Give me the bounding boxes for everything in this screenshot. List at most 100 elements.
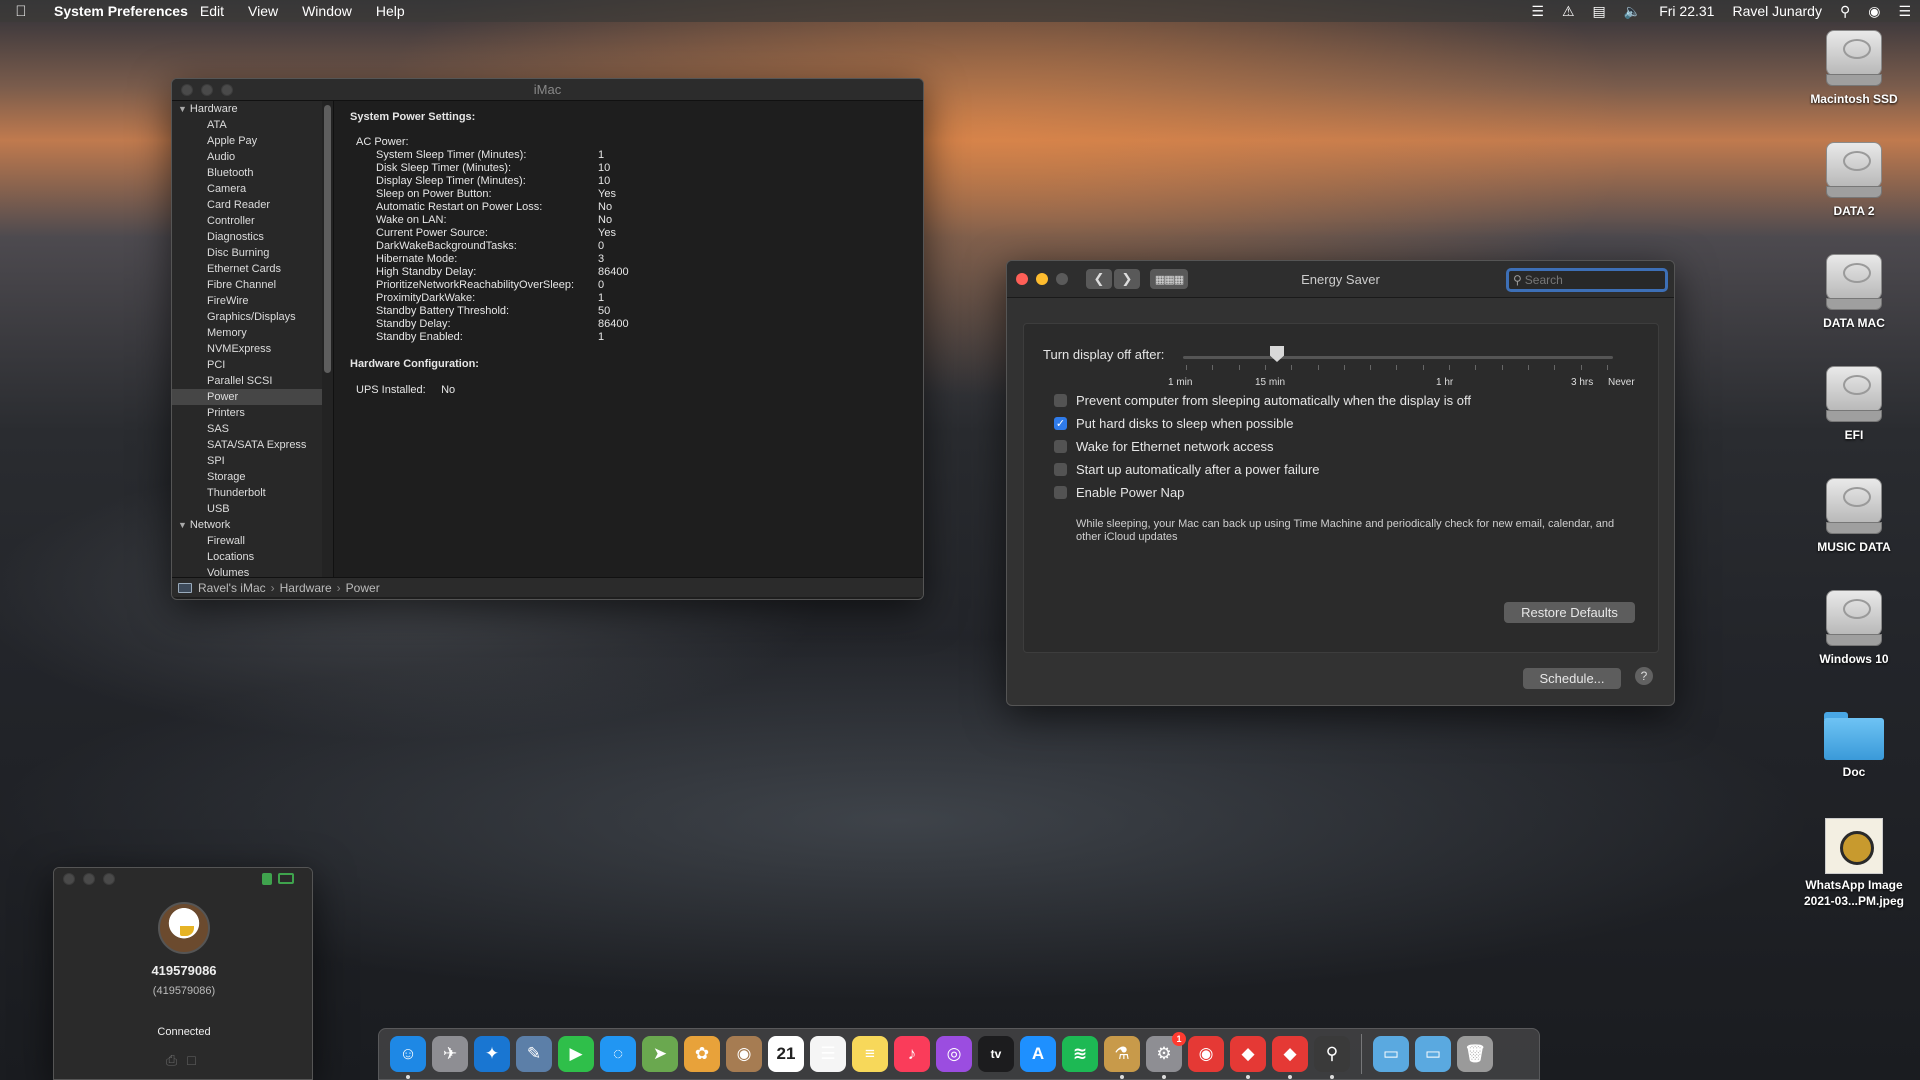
- sidebar-item-sas[interactable]: SAS: [172, 421, 333, 437]
- sidebar-item-firewire[interactable]: FireWire: [172, 293, 333, 309]
- chrome-icon[interactable]: ◉: [1188, 1036, 1224, 1072]
- minimize-button[interactable]: [201, 83, 213, 96]
- sidebar-item-controller[interactable]: Controller: [172, 213, 333, 229]
- screen-share-icon[interactable]: [278, 873, 294, 884]
- anydesk-alt-icon[interactable]: ◆: [1272, 1036, 1308, 1079]
- sidebar-item-power[interactable]: Power: [172, 389, 333, 405]
- path-item[interactable]: Ravel's iMac: [198, 581, 266, 595]
- apple-menu-icon[interactable]: : [0, 3, 42, 20]
- menu-edit[interactable]: Edit: [188, 3, 236, 19]
- sidebar-item-firewall[interactable]: Firewall: [172, 533, 333, 549]
- desktop-icon-whatsapp-image-2021-03-pm-jpeg[interactable]: WhatsApp Image 2021-03...PM.jpeg: [1794, 818, 1914, 909]
- energy-titlebar[interactable]: ❮ ❯ ▦▦▦ Energy Saver ⚲ Search: [1007, 261, 1674, 298]
- calendar-icon[interactable]: 21: [768, 1036, 804, 1072]
- menu-view[interactable]: View: [236, 3, 290, 19]
- path-item[interactable]: Hardware: [280, 581, 332, 595]
- desktop-icon-data-2[interactable]: DATA 2: [1794, 142, 1914, 219]
- sidebar-item-ethernet-cards[interactable]: Ethernet Cards: [172, 261, 333, 277]
- tv-icon[interactable]: tv: [978, 1036, 1014, 1072]
- sidebar-item-bluetooth[interactable]: Bluetooth: [172, 165, 333, 181]
- contact-titlebar[interactable]: [54, 868, 312, 890]
- music-icon[interactable]: ♪: [894, 1036, 930, 1072]
- help-button[interactable]: ?: [1635, 667, 1653, 685]
- minimize-button[interactable]: [1036, 273, 1048, 285]
- close-button[interactable]: [63, 873, 75, 885]
- sidebar-item-audio[interactable]: Audio: [172, 149, 333, 165]
- spotify-icon[interactable]: ≋: [1062, 1036, 1098, 1072]
- sidebar-item-camera[interactable]: Camera: [172, 181, 333, 197]
- sidebar-item-parallel-scsi[interactable]: Parallel SCSI: [172, 373, 333, 389]
- sidebar-group-network[interactable]: ▼ Network: [172, 517, 333, 533]
- menu-app-name[interactable]: System Preferences: [42, 3, 188, 19]
- close-button[interactable]: [181, 83, 193, 96]
- prevent-sleep-checkbox[interactable]: Prevent computer from sleeping automatic…: [1054, 393, 1471, 408]
- menu-help[interactable]: Help: [364, 3, 417, 19]
- display-sleep-slider[interactable]: [1183, 356, 1613, 359]
- sidebar-group-hardware[interactable]: ▼ Hardware: [172, 101, 333, 117]
- sidebar-item-volumes[interactable]: Volumes: [172, 565, 333, 577]
- desktop-icon-doc[interactable]: Doc: [1794, 706, 1914, 780]
- sysinfo-sidebar[interactable]: ▼ Hardware ATA Apple Pay Audio Bluetooth Came…: [172, 101, 334, 577]
- search-input[interactable]: ⚲ Search: [1506, 268, 1668, 292]
- siri-icon[interactable]: ◉: [1859, 3, 1889, 20]
- spotlight-search-icon[interactable]: ⚲: [1831, 3, 1859, 20]
- activity-icon[interactable]: ▤: [1584, 3, 1615, 20]
- contacts-icon[interactable]: ◉: [726, 1036, 762, 1072]
- finder-icon[interactable]: ☺: [390, 1036, 426, 1079]
- messages-icon[interactable]: ◌: [600, 1036, 636, 1072]
- sidebar-item-apple-pay[interactable]: Apple Pay: [172, 133, 333, 149]
- script-editor-icon[interactable]: ⚗: [1104, 1036, 1140, 1079]
- zoom-button[interactable]: [221, 83, 233, 96]
- sidebar-scrollbar[interactable]: [324, 105, 331, 373]
- sidebar-item-storage[interactable]: Storage: [172, 469, 333, 485]
- facetime-icon[interactable]: ▶: [558, 1036, 594, 1072]
- display-sleep-slider-knob[interactable]: [1270, 346, 1284, 362]
- desktop-icon-windows-10[interactable]: Windows 10: [1794, 590, 1914, 667]
- launchpad-icon[interactable]: ✈: [432, 1036, 468, 1072]
- safari-icon[interactable]: ✦: [474, 1036, 510, 1072]
- power-nap-checkbox[interactable]: Enable Power Nap: [1054, 485, 1184, 500]
- sidebar-item-spi[interactable]: SPI: [172, 453, 333, 469]
- show-all-button[interactable]: ▦▦▦: [1150, 269, 1188, 289]
- menu-window[interactable]: Window: [290, 3, 364, 19]
- desktop-icon-macintosh-ssd[interactable]: Macintosh SSD: [1794, 30, 1914, 107]
- sidebar-item-memory[interactable]: Memory: [172, 325, 333, 341]
- wifi-icon[interactable]: ☰: [1522, 3, 1553, 20]
- photos-icon[interactable]: ✿: [684, 1036, 720, 1072]
- forward-button[interactable]: ❯: [1114, 269, 1140, 289]
- file-transfer-icon[interactable]: ⎙: [166, 1052, 177, 1069]
- desktop-icon-data-mac[interactable]: DATA MAC: [1794, 254, 1914, 331]
- disclosure-triangle-icon[interactable]: ▼: [178, 520, 187, 530]
- menu-user-name[interactable]: Ravel Junardy: [1723, 3, 1831, 19]
- minimize-button[interactable]: [83, 873, 95, 885]
- notification-center-icon[interactable]: ☰: [1889, 3, 1920, 20]
- path-item[interactable]: Power: [346, 581, 380, 595]
- preview-icon[interactable]: ✎: [516, 1036, 552, 1072]
- zoom-button[interactable]: [1056, 273, 1068, 285]
- schedule-button[interactable]: Schedule...: [1523, 668, 1621, 689]
- alert-icon[interactable]: ⚠: [1553, 3, 1584, 20]
- close-button[interactable]: [1016, 273, 1028, 285]
- restore-defaults-button[interactable]: Restore Defaults: [1504, 602, 1635, 623]
- disclosure-triangle-icon[interactable]: ▼: [178, 104, 187, 114]
- disk-sleep-checkbox-box[interactable]: ✓: [1054, 417, 1067, 430]
- sidebar-item-fibre-channel[interactable]: Fibre Channel: [172, 277, 333, 293]
- sidebar-item-thunderbolt[interactable]: Thunderbolt: [172, 485, 333, 501]
- anydesk-icon[interactable]: ◆: [1230, 1036, 1266, 1079]
- menu-clock[interactable]: Fri 22.31: [1650, 3, 1723, 19]
- prevent-sleep-checkbox-box[interactable]: [1054, 394, 1067, 407]
- system-preferences-icon[interactable]: ⚙ 1: [1146, 1032, 1186, 1079]
- sysinfo-titlebar[interactable]: iMac: [172, 79, 923, 101]
- app-store-icon[interactable]: A: [1020, 1036, 1056, 1072]
- sidebar-item-locations[interactable]: Locations: [172, 549, 333, 565]
- sidebar-item-usb[interactable]: USB: [172, 501, 333, 517]
- back-button[interactable]: ❮: [1086, 269, 1112, 289]
- downloads-folder-icon[interactable]: ▭: [1415, 1036, 1451, 1072]
- auto-startup-checkbox[interactable]: Start up automatically after a power fai…: [1054, 462, 1320, 477]
- wake-ethernet-checkbox-box[interactable]: [1054, 440, 1067, 453]
- chat-icon[interactable]: □: [187, 1052, 195, 1069]
- sidebar-item-disc-burning[interactable]: Disc Burning: [172, 245, 333, 261]
- sidebar-item-nvmexpress[interactable]: NVMExpress: [172, 341, 333, 357]
- trash-icon[interactable]: 🗑: [1457, 1036, 1493, 1072]
- sidebar-item-printers[interactable]: Printers: [172, 405, 333, 421]
